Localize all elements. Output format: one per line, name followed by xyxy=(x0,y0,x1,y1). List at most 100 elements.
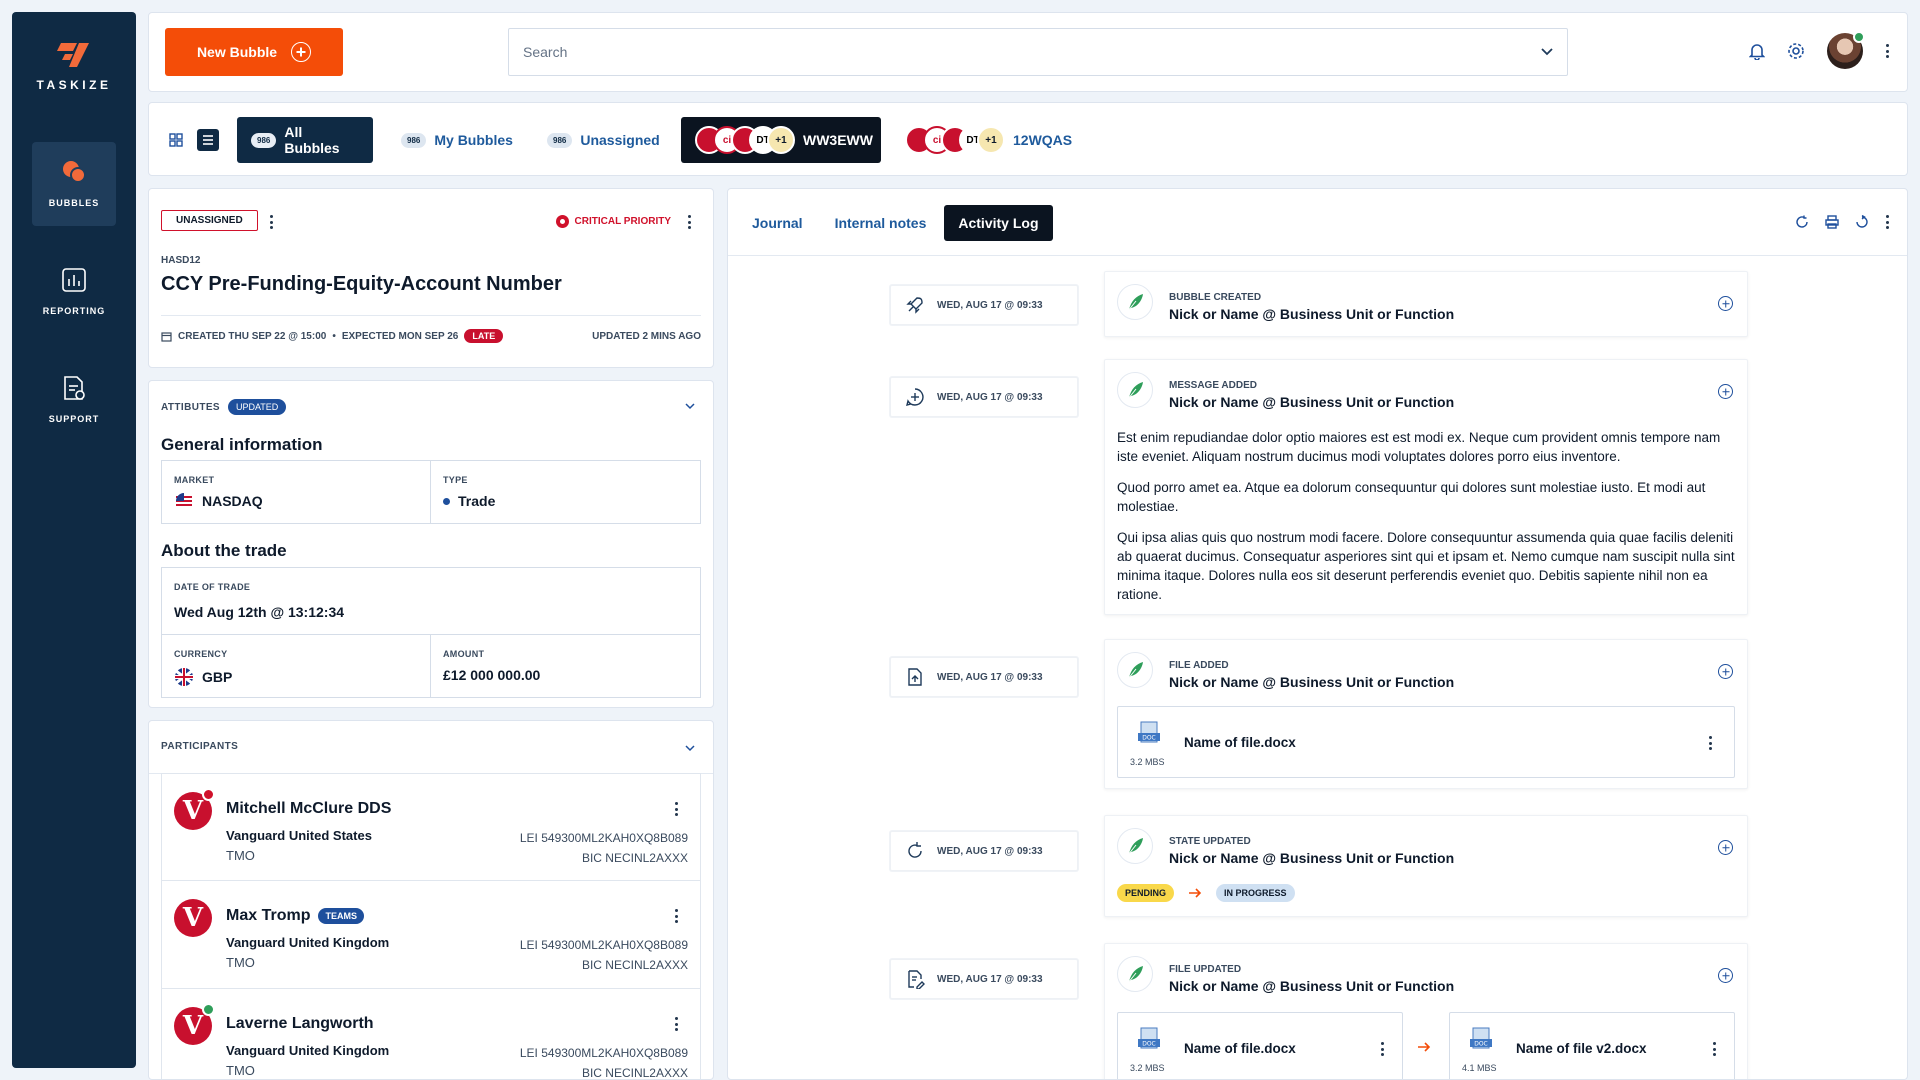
add-icon[interactable] xyxy=(1718,664,1733,679)
created-text: CREATED THU SEP 22 @ 15:00 xyxy=(178,330,327,342)
avatar-more: +1 xyxy=(977,126,1005,154)
bubble-header-panel: UNASSIGNED CRITICAL PRIORITY HASD12 CCY … xyxy=(148,188,714,368)
file-attachment[interactable]: DOC Name of file.docx 3.2 MBS xyxy=(1117,706,1735,778)
chevron-down-icon[interactable] xyxy=(685,745,695,752)
general-information-title: General information xyxy=(161,435,323,454)
nav-reporting[interactable]: REPORTING xyxy=(32,250,116,334)
add-icon[interactable] xyxy=(1718,840,1733,855)
bell-icon[interactable] xyxy=(1749,42,1765,60)
attributes-header[interactable]: ATTIBUTES UPDATED xyxy=(161,399,287,415)
tab-journal[interactable]: Journal xyxy=(738,205,817,241)
share-icon[interactable] xyxy=(1855,215,1869,229)
tab-group-ww3eww[interactable]: ci DT +1 WW3EWW xyxy=(681,117,881,163)
tab-unassigned[interactable]: 986 Unassigned xyxy=(533,117,674,163)
file-size: 3.2 MBS xyxy=(1130,1063,1165,1073)
chevron-down-icon[interactable] xyxy=(685,403,695,410)
uk-flag-icon xyxy=(175,668,193,686)
status-badge[interactable]: UNASSIGNED xyxy=(161,210,258,231)
doc-file-icon: DOC xyxy=(1470,1027,1492,1049)
file-attachment-new[interactable]: DOC Name of file v2.docx 4.1 MBS xyxy=(1449,1012,1735,1079)
tab-internal-notes[interactable]: Internal notes xyxy=(821,205,941,241)
chevron-down-icon[interactable] xyxy=(1541,48,1553,56)
user-avatar[interactable] xyxy=(1827,31,1865,69)
participant-name: Mitchell McClure DDS xyxy=(226,800,392,817)
more-options-icon[interactable] xyxy=(674,909,678,923)
activity-card: MESSAGE ADDED Nick or Name @ Business Un… xyxy=(1104,359,1748,615)
message-body: Est enim repudiandae dolor optio maiores… xyxy=(1117,428,1735,616)
about-trade-title: About the trade xyxy=(161,541,287,560)
event-author: Nick or Name @ Business Unit or Function xyxy=(1169,674,1455,690)
tab-all-bubbles[interactable]: 986 All Bubbles xyxy=(237,117,373,163)
participant-bic: BIC NECINL2AXXX xyxy=(581,1066,688,1080)
event-date: WED, AUG 17 @ 09:33 xyxy=(937,299,1043,311)
market-value: NASDAQ xyxy=(202,493,263,509)
more-options-icon[interactable] xyxy=(269,215,273,229)
doc-file-icon: DOC xyxy=(1138,1027,1160,1049)
type-cell: TYPE Trade xyxy=(431,461,700,523)
tab-label: Unassigned xyxy=(580,132,660,148)
event-date: WED, AUG 17 @ 09:33 xyxy=(937,391,1043,403)
file-attachment-old[interactable]: DOC Name of file.docx 3.2 MBS xyxy=(1117,1012,1403,1079)
sync-icon[interactable] xyxy=(1795,215,1809,229)
trade-amount-grid: CURRENCY GBP AMOUNT £12 000 000.00 xyxy=(161,634,701,698)
participant-card[interactable]: V Mitchell McClure DDS Vanguard United S… xyxy=(161,773,701,881)
priority-label: CRITICAL PRIORITY xyxy=(574,216,671,227)
participant-card[interactable]: V Laverne Langworth Vanguard United King… xyxy=(161,989,701,1080)
sidebar: TASKIZE BUBBLES REPORTING SUPPORT xyxy=(12,12,136,1068)
amount-cell: AMOUNT £12 000 000.00 xyxy=(431,635,700,697)
activity-panel: Journal Internal notes Activity Log WED,… xyxy=(727,188,1908,1080)
more-options-icon[interactable] xyxy=(1885,44,1889,58)
add-icon[interactable] xyxy=(1718,384,1733,399)
priority-indicator[interactable]: CRITICAL PRIORITY xyxy=(555,215,671,228)
state-to-badge: IN PROGRESS xyxy=(1216,884,1295,902)
gear-icon[interactable] xyxy=(1787,42,1805,60)
message-plus-icon xyxy=(906,388,924,406)
nav-support[interactable]: SUPPORT xyxy=(32,358,116,442)
participant-card[interactable]: V Max Tromp TEAMS Vanguard United Kingdom… xyxy=(161,881,701,989)
feather-icon xyxy=(1117,828,1153,864)
new-bubble-button[interactable]: New Bubble xyxy=(165,28,343,76)
activity-actions xyxy=(1795,215,1889,229)
search-input[interactable]: Search xyxy=(508,28,1568,76)
more-options-icon[interactable] xyxy=(1708,736,1712,750)
nav-bubbles[interactable]: BUBBLES xyxy=(32,142,116,226)
activity-card: FILE UPDATED Nick or Name @ Business Uni… xyxy=(1104,943,1748,1079)
event-date: WED, AUG 17 @ 09:33 xyxy=(937,671,1043,683)
tab-activity-log[interactable]: Activity Log xyxy=(944,205,1053,241)
currency-cell: CURRENCY GBP xyxy=(162,635,431,697)
grid-view-icon[interactable] xyxy=(169,133,183,147)
amount-label: AMOUNT xyxy=(443,649,485,659)
tab-label: 12WQAS xyxy=(1013,132,1073,148)
more-options-icon[interactable] xyxy=(1712,1042,1716,1056)
top-actions xyxy=(1749,31,1889,69)
general-info-grid: MARKET NASDAQ TYPE Trade xyxy=(161,460,701,524)
participant-bic: BIC NECINL2AXXX xyxy=(581,958,688,972)
more-options-icon[interactable] xyxy=(1885,215,1889,229)
more-options-icon[interactable] xyxy=(674,802,678,816)
participant-lei: LEI 549300ML2KAH0XQ8B089 xyxy=(519,938,688,952)
tab-my-bubbles[interactable]: 986 My Bubbles xyxy=(387,117,527,163)
tab-group-12wqas[interactable]: ci DT +1 12WQAS xyxy=(891,117,1086,163)
bubble-title: CCY Pre-Funding-Equity-Account Number xyxy=(161,273,562,295)
list-view-icon[interactable] xyxy=(197,129,219,151)
nav-reporting-label: REPORTING xyxy=(42,306,106,316)
arrow-right-icon xyxy=(1189,888,1202,898)
participant-role: TMO xyxy=(226,1063,255,1078)
count-badge: 986 xyxy=(547,132,573,148)
event-author: Nick or Name @ Business Unit or Function xyxy=(1169,306,1455,322)
add-icon[interactable] xyxy=(1718,296,1733,311)
expected-text: EXPECTED MON SEP 26 xyxy=(341,330,459,342)
more-options-icon[interactable] xyxy=(674,1017,678,1031)
participant-role: TMO xyxy=(226,848,255,863)
event-type: MESSAGE ADDED xyxy=(1169,380,1257,391)
refresh-icon xyxy=(908,842,922,858)
add-icon[interactable] xyxy=(1718,968,1733,983)
trade-date-box: DATE OF TRADE Wed Aug 12th @ 13:12:34 xyxy=(161,567,701,635)
print-icon[interactable] xyxy=(1825,215,1839,229)
more-options-icon[interactable] xyxy=(687,215,691,229)
vanguard-logo: V xyxy=(174,899,212,937)
more-options-icon[interactable] xyxy=(1380,1042,1384,1056)
state-from-badge: PENDING xyxy=(1117,884,1175,902)
taskize-logo[interactable]: TASKIZE xyxy=(12,40,136,92)
doc-file-icon: DOC xyxy=(1138,721,1160,743)
